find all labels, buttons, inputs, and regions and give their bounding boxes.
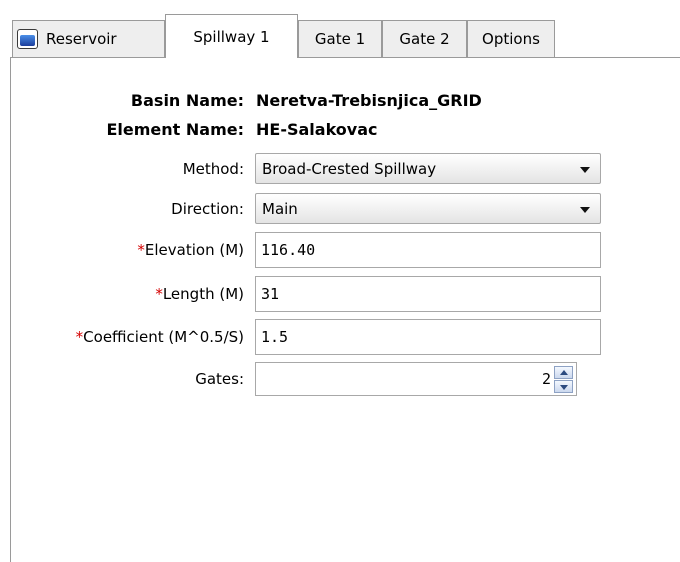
tab-label: Reservoir [46,30,117,48]
method-select[interactable]: Broad-Crested Spillway [255,153,601,184]
length-input[interactable]: 31 [255,276,601,312]
tab-spillway-1[interactable]: Spillway 1 [165,14,298,58]
tab-options[interactable]: Options [467,20,555,57]
coefficient-label-text: Coefficient (M^0.5/S) [83,328,244,346]
elevation-label-text: Elevation (M) [144,241,244,259]
coefficient-input[interactable]: 1.5 [255,319,601,355]
arrow-up-icon [560,370,568,375]
direction-value: Main [262,199,298,218]
method-value: Broad-Crested Spillway [262,159,437,178]
tab-gate-1[interactable]: Gate 1 [298,20,382,57]
direction-select[interactable]: Main [255,193,601,224]
spinner-down-button[interactable] [554,380,573,393]
chevron-down-icon [580,167,590,173]
required-marker: * [137,241,145,259]
element-name-label: Element Name: [106,120,244,139]
arrow-down-icon [560,385,568,390]
coefficient-label: *Coefficient (M^0.5/S) [76,328,244,346]
length-label-text: Length (M) [162,285,244,303]
required-marker: * [155,285,163,303]
direction-label: Direction: [171,200,244,218]
tab-label: Gate 1 [314,30,366,48]
elevation-label: *Elevation (M) [137,241,244,259]
gates-value: 2 [541,370,551,388]
tab-reservoir[interactable]: Reservoir [12,20,165,57]
spinner-up-button[interactable] [554,366,573,379]
tab-gate-2[interactable]: Gate 2 [382,20,467,57]
length-label: *Length (M) [155,285,244,303]
basin-name-value: Neretva-Trebisnjica_GRID [256,91,482,110]
gates-spinner[interactable]: 2 [255,362,577,396]
gates-label: Gates: [195,370,244,388]
chevron-down-icon [580,207,590,213]
elevation-input[interactable]: 116.40 [255,232,601,268]
tab-label: Spillway 1 [193,27,270,46]
method-label: Method: [182,160,244,178]
element-name-value: HE-Salakovac [256,120,378,139]
basin-name-label: Basin Name: [130,91,244,110]
tab-label: Options [482,30,540,48]
reservoir-icon [17,29,38,49]
tab-label: Gate 2 [399,30,450,48]
